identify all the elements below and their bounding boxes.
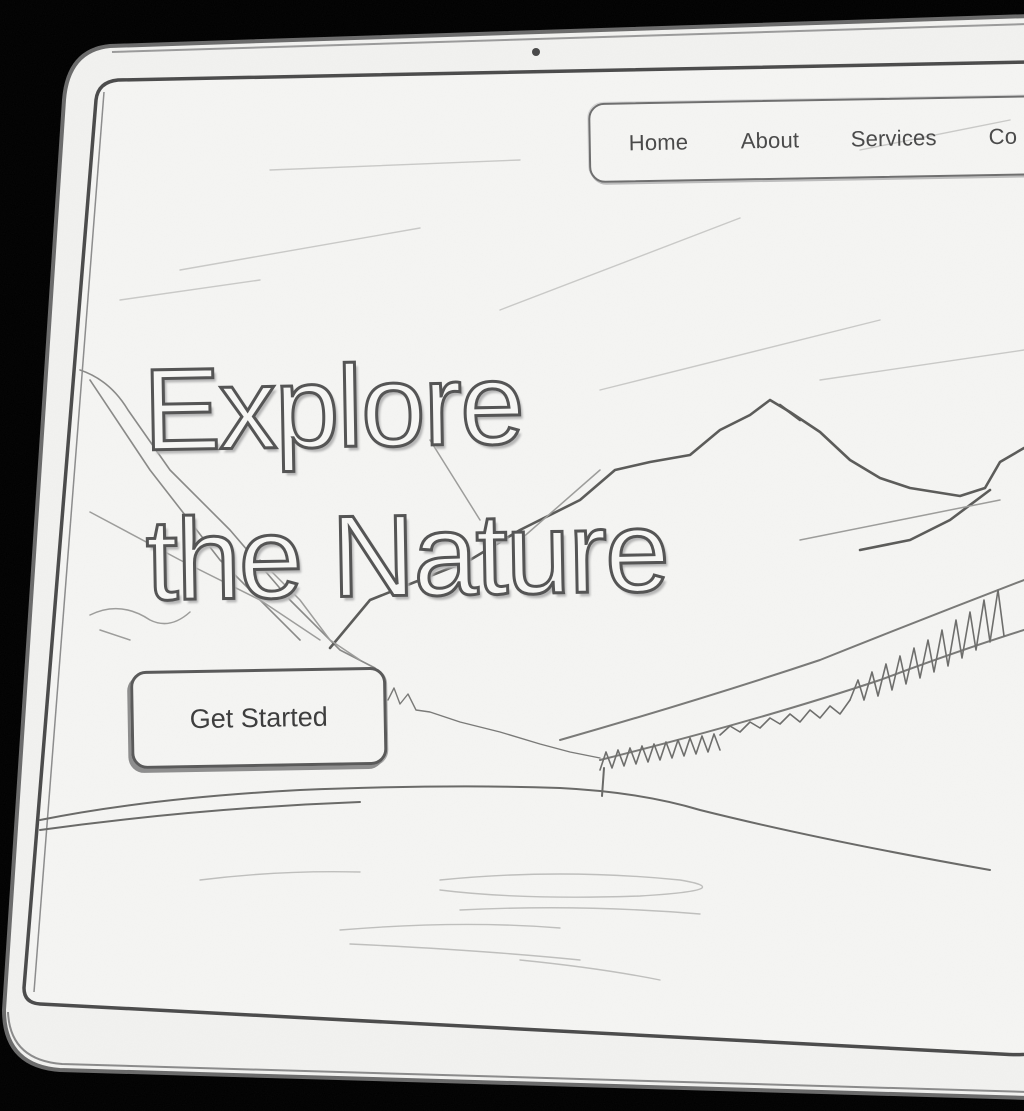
get-started-button[interactable]: Get Started [129, 666, 388, 770]
hero-title-line-2: the Nature [143, 484, 670, 626]
hero-title: Explore the Nature [141, 326, 670, 635]
nav-item-about[interactable]: About [740, 127, 799, 154]
nav-item-contact[interactable]: Co [988, 124, 1017, 150]
camera-dot-icon [532, 48, 540, 56]
top-nav: Home About Services Co [588, 94, 1024, 184]
screen-content: Home About Services Co Explore the Natur… [0, 0, 1024, 1111]
sketch-canvas: Home About Services Co Explore the Natur… [0, 0, 1024, 1111]
nav-item-home[interactable]: Home [629, 129, 689, 156]
hero-title-line-1: Explore [141, 337, 526, 477]
nav-item-services[interactable]: Services [850, 125, 936, 152]
